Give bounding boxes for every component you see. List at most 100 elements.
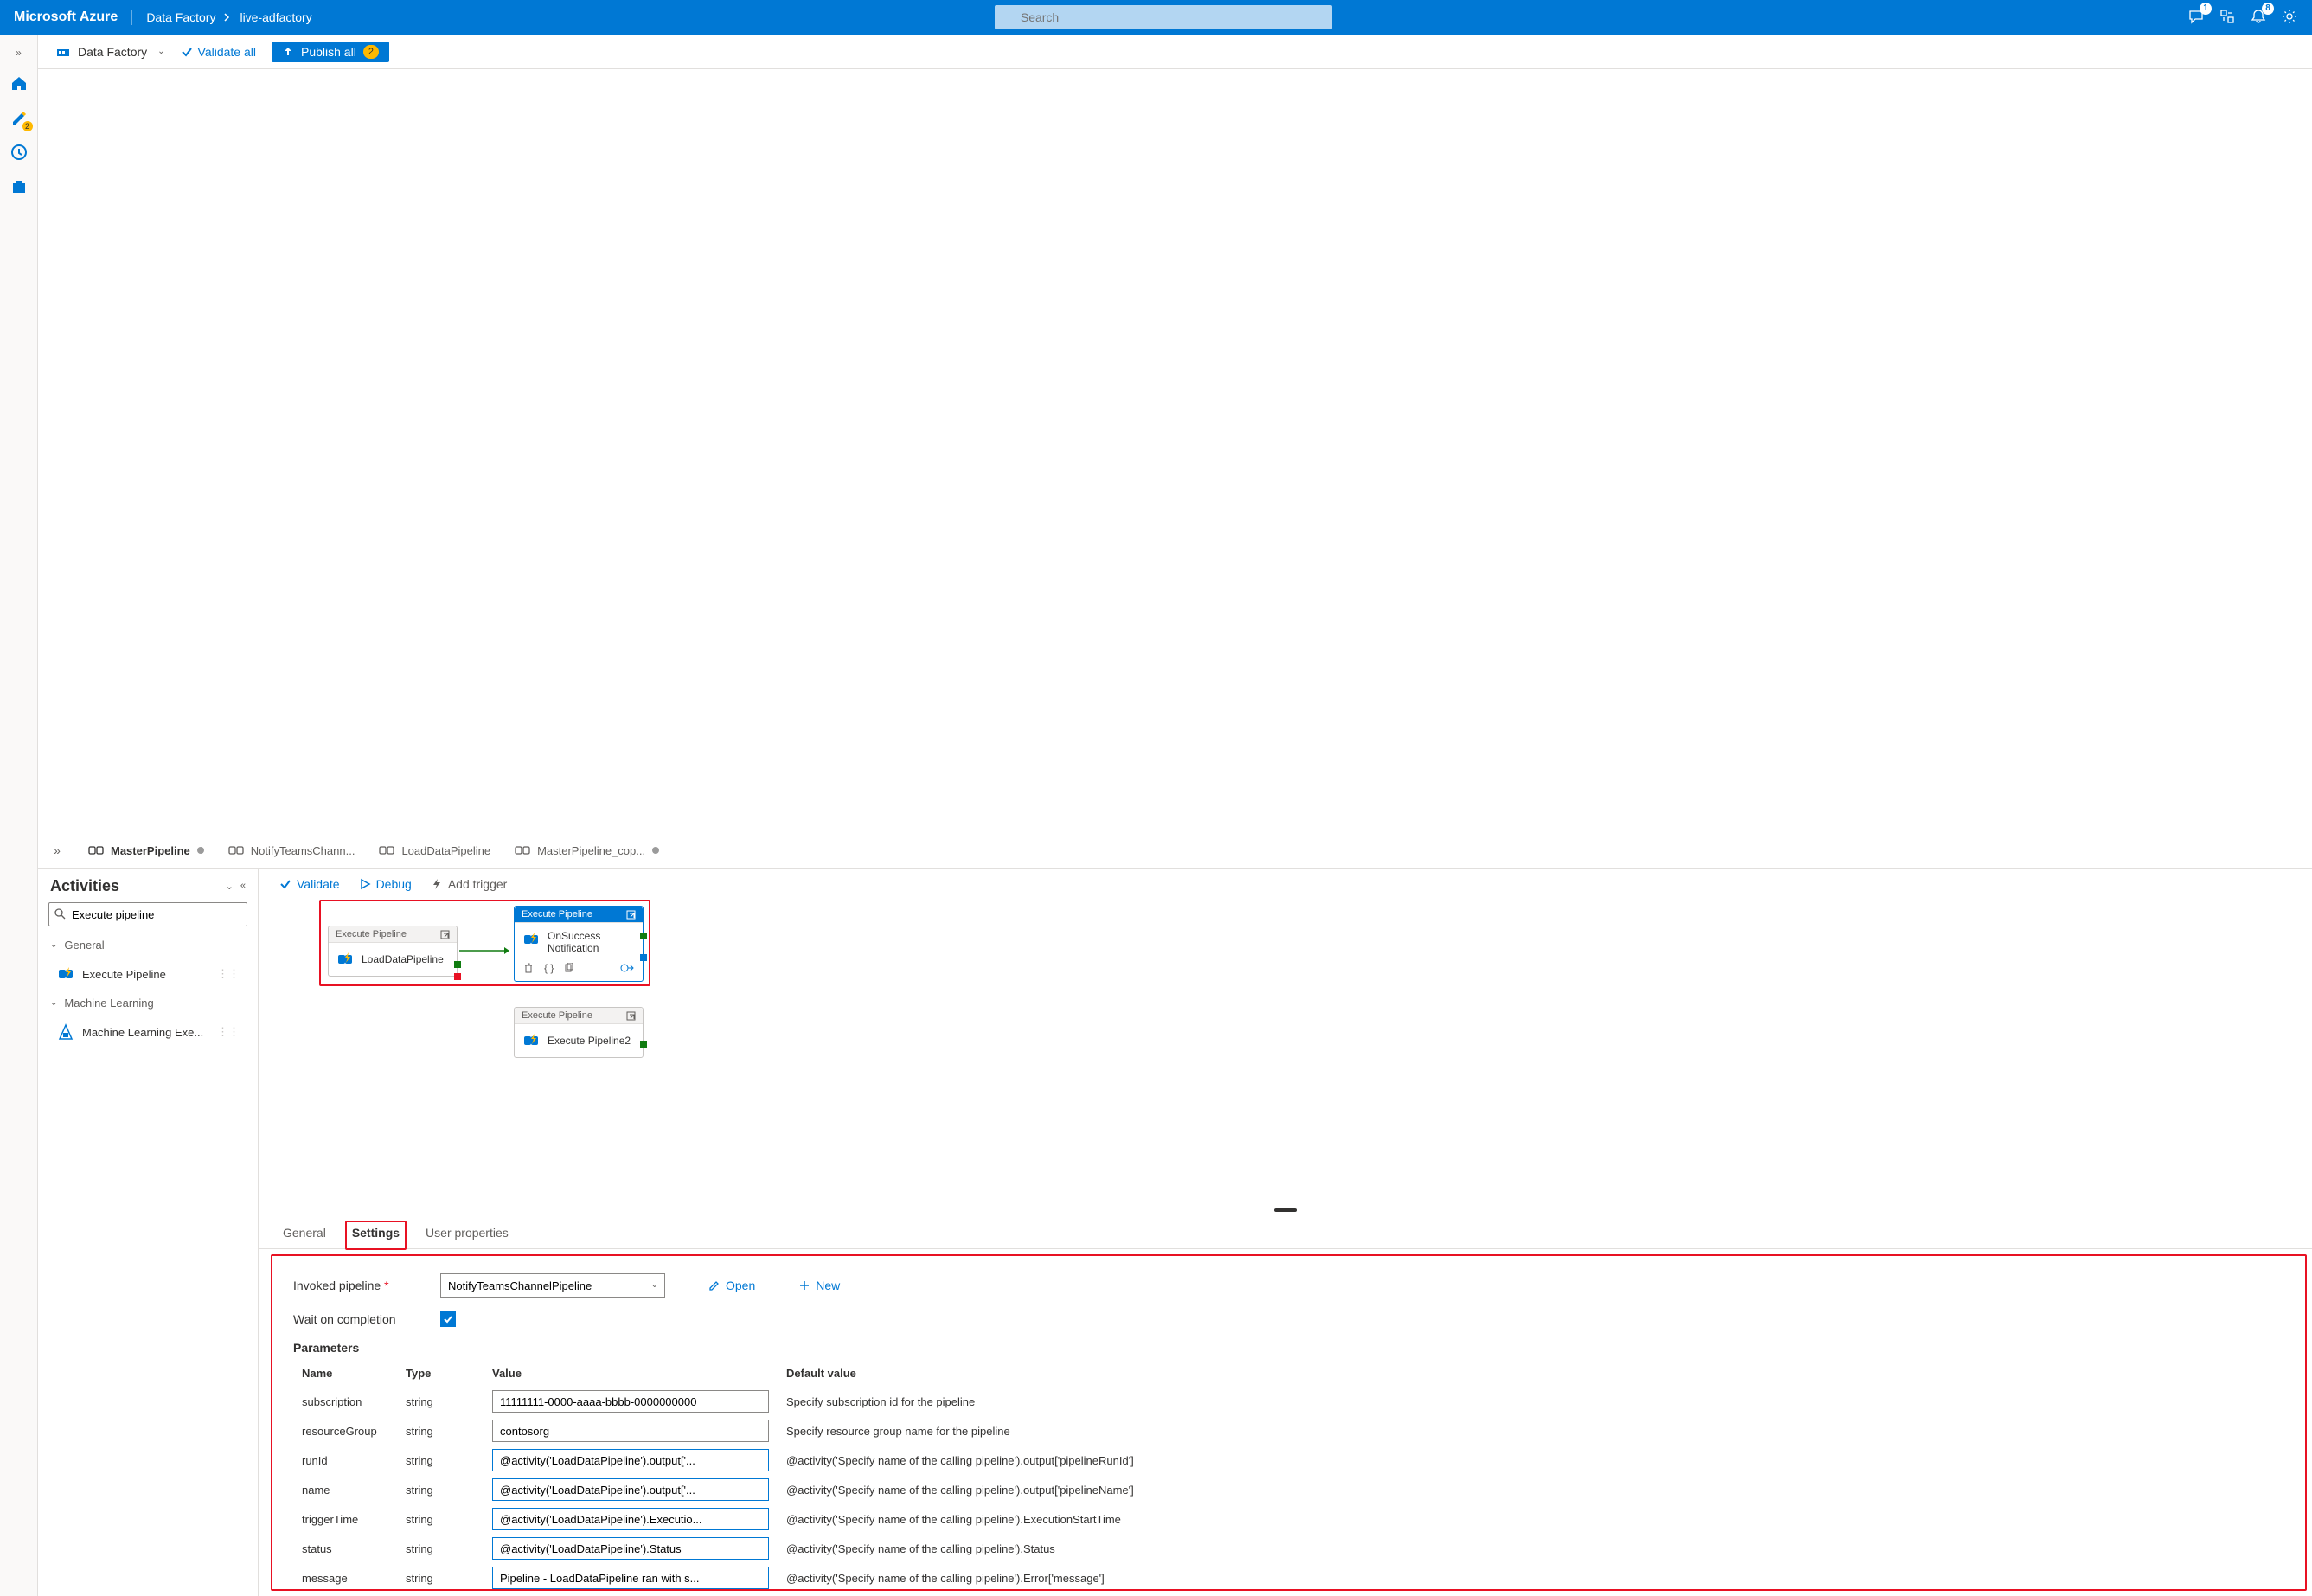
tab-general[interactable]: General xyxy=(279,1221,330,1248)
param-default: @activity('Specify name of the calling p… xyxy=(786,1513,2284,1526)
breadcrumb-leaf[interactable]: live-adfactory xyxy=(240,10,311,24)
expand-rail-icon[interactable]: » xyxy=(10,42,27,64)
tab-label: LoadDataPipeline xyxy=(401,844,490,857)
param-name: triggerTime xyxy=(293,1513,406,1526)
activity-item[interactable]: Machine Learning Exe...⋮⋮ xyxy=(48,1016,247,1048)
rail-author[interactable]: 2 xyxy=(3,102,35,133)
param-value-input[interactable] xyxy=(492,1508,769,1530)
param-value-input[interactable] xyxy=(492,1449,769,1471)
hide-panel-icon[interactable]: « xyxy=(240,881,246,892)
breadcrumb: Data Factory live-adfactory xyxy=(146,10,311,24)
delete-icon[interactable] xyxy=(523,963,534,973)
activity-group-header[interactable]: ⌄Machine Learning xyxy=(38,993,258,1013)
new-label: New xyxy=(816,1279,840,1292)
validate-button[interactable]: Validate xyxy=(279,877,340,891)
param-value-input[interactable] xyxy=(492,1420,769,1442)
pipeline-icon xyxy=(515,844,530,856)
new-button[interactable]: New xyxy=(798,1279,840,1292)
col-default: Default value xyxy=(786,1367,2284,1380)
collapse-icon[interactable]: ⌄ xyxy=(226,881,234,892)
param-type: string xyxy=(406,1542,492,1555)
breadcrumb-root[interactable]: Data Factory xyxy=(146,10,215,24)
notifications-badge: 8 xyxy=(2262,3,2274,15)
success-connector[interactable] xyxy=(640,933,647,939)
validate-all-button[interactable]: Validate all xyxy=(181,45,256,59)
activity-node-executepipeline2[interactable]: Execute Pipeline Execute Pipeline2 xyxy=(514,1007,644,1058)
node-name: LoadDataPipeline xyxy=(362,953,444,965)
tab-user-properties[interactable]: User properties xyxy=(422,1221,512,1248)
invoked-pipeline-select[interactable] xyxy=(440,1273,665,1298)
col-value: Value xyxy=(492,1367,786,1380)
col-type: Type xyxy=(406,1367,492,1380)
activity-group-header[interactable]: ⌄General xyxy=(38,935,258,955)
brand[interactable]: Microsoft Azure xyxy=(14,10,132,25)
param-value-input[interactable] xyxy=(492,1537,769,1560)
notifications-icon[interactable]: 8 xyxy=(2250,8,2267,28)
activity-node-loaddatapipeline[interactable]: Execute Pipeline LoadDataPipeline xyxy=(328,926,458,977)
param-value-input[interactable] xyxy=(492,1478,769,1501)
popout-icon[interactable] xyxy=(440,930,450,939)
tab-label: MasterPipeline_cop... xyxy=(537,844,645,857)
group-label: General xyxy=(64,939,104,952)
node-name-line1: OnSuccess xyxy=(548,930,600,942)
param-name: runId xyxy=(293,1454,406,1467)
pipeline-canvas[interactable]: Execute Pipeline LoadDataPipeline xyxy=(259,900,2312,1205)
debug-button[interactable]: Debug xyxy=(359,877,412,891)
pipeline-tab[interactable]: NotifyTeamsChann... xyxy=(216,832,368,869)
param-type: string xyxy=(406,1454,492,1467)
success-connector[interactable] xyxy=(640,1041,647,1048)
completion-connector[interactable] xyxy=(640,954,647,961)
global-search xyxy=(995,5,1332,29)
chevron-right-icon xyxy=(224,13,231,22)
activity-label: Execute Pipeline xyxy=(82,968,166,981)
parameters-heading: Parameters xyxy=(293,1341,2284,1355)
wait-completion-checkbox[interactable] xyxy=(440,1311,456,1327)
collapse-activities-icon[interactable]: » xyxy=(38,832,76,868)
check-icon xyxy=(279,878,291,890)
activity-item[interactable]: Execute Pipeline⋮⋮ xyxy=(48,958,247,990)
activities-search-input[interactable] xyxy=(48,902,247,926)
pipeline-tab[interactable]: LoadDataPipeline xyxy=(367,832,503,869)
factory-dropdown[interactable]: Data Factory ⌄ xyxy=(55,44,165,60)
settings-icon[interactable] xyxy=(2281,8,2298,28)
param-type: string xyxy=(406,1395,492,1408)
chat-icon[interactable]: 1 xyxy=(2187,8,2205,28)
tab-strip: MasterPipeline NotifyTeamsChann... LoadDat… xyxy=(76,832,2312,868)
rail-monitor[interactable] xyxy=(3,137,35,168)
search-input[interactable] xyxy=(995,5,1332,29)
tab-settings[interactable]: Settings xyxy=(345,1221,407,1250)
connection-arrow xyxy=(459,946,511,955)
param-default: Specify resource group name for the pipe… xyxy=(786,1425,2284,1438)
param-value-input[interactable] xyxy=(492,1567,769,1589)
rail-home[interactable] xyxy=(3,67,35,99)
node-type-label: Execute Pipeline xyxy=(522,909,592,920)
pipeline-tab[interactable]: MasterPipeline_cop... xyxy=(503,832,671,869)
pipeline-tab[interactable]: MasterPipeline xyxy=(76,832,216,869)
activity-node-onsuccess[interactable]: Execute Pipeline OnSuccess Notification xyxy=(514,906,644,982)
popout-icon[interactable] xyxy=(626,1011,636,1021)
arrow-right-icon[interactable] xyxy=(620,964,634,972)
search-icon xyxy=(54,907,66,920)
param-name: resourceGroup xyxy=(293,1425,406,1438)
panel-resizer[interactable] xyxy=(259,1205,2312,1215)
command-bar: Data Factory ⌄ Validate all Publish all … xyxy=(38,35,2312,69)
success-connector[interactable] xyxy=(454,961,461,968)
chevron-down-icon: ⌄ xyxy=(50,998,57,1008)
feedback-icon[interactable] xyxy=(2219,8,2236,28)
node-type-label: Execute Pipeline xyxy=(522,1010,592,1021)
publish-count: 2 xyxy=(363,45,379,59)
failure-connector[interactable] xyxy=(454,973,461,980)
add-trigger-button[interactable]: Add trigger xyxy=(431,877,507,891)
tab-label: NotifyTeamsChann... xyxy=(251,844,355,857)
rail-manage[interactable] xyxy=(3,171,35,202)
parameters-table: Name Type Value Default value subscripti… xyxy=(293,1363,2284,1591)
param-row: message string @activity('Specify name o… xyxy=(293,1563,2284,1591)
open-button[interactable]: Open xyxy=(708,1279,755,1292)
publish-all-button[interactable]: Publish all 2 xyxy=(272,42,389,62)
factory-icon xyxy=(55,44,71,60)
copy-icon[interactable] xyxy=(564,963,574,973)
param-value-input[interactable] xyxy=(492,1390,769,1413)
play-icon xyxy=(359,878,371,890)
popout-icon[interactable] xyxy=(626,910,636,920)
braces-icon[interactable]: { } xyxy=(544,962,554,974)
